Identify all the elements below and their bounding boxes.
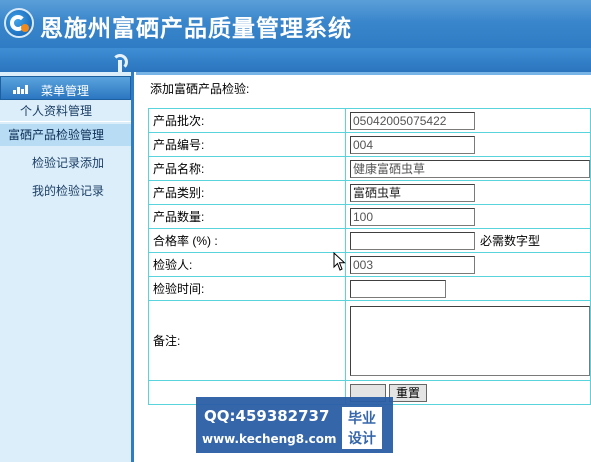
field-label: 产品批次: [148, 108, 346, 133]
form-row-inspection-time: 检验时间: [148, 276, 591, 301]
bar-chart-icon [13, 84, 29, 94]
app-header: 恩施州富硒产品质量管理系统 [0, 0, 591, 48]
product-id-input[interactable]: 004 [350, 135, 475, 154]
sidebar-item-add-record[interactable]: 检验记录添加 [0, 152, 131, 174]
field-label: 产品名称: [148, 156, 346, 181]
form-row-remark: 备注: [148, 300, 591, 381]
sidebar: 菜单管理 个人资料管理 富硒产品检验管理 检验记录添加 我的检验记录 [0, 72, 134, 462]
remark-textarea[interactable] [350, 305, 590, 376]
app-title: 恩施州富硒产品质量管理系统 [40, 15, 352, 42]
form-row-category: 产品类别: 富硒虫草 [148, 180, 591, 205]
form-row-batch: 产品批次: 05042005075422 [148, 108, 591, 133]
inspector-input[interactable]: 003 [350, 255, 475, 274]
form-row-inspector: 检验人: 003 [148, 252, 591, 277]
watermark-badge: 毕业 设计 [342, 407, 382, 449]
logo-icon [4, 8, 34, 38]
pass-rate-hint: 必需数字型 [480, 234, 541, 248]
quantity-input[interactable]: 100 [350, 207, 475, 226]
sidebar-item-my-records[interactable]: 我的检验记录 [0, 180, 131, 202]
inspection-form-table: 产品批次: 05042005075422 产品编号: 004 产品名称: 健康富… [148, 108, 591, 405]
field-label: 检验人: [148, 252, 346, 277]
field-label: 合格率 (%) : [148, 228, 346, 253]
form-row-pass-rate: 合格率 (%) : 必需数字型 [148, 228, 591, 253]
inspection-time-input[interactable] [350, 279, 446, 298]
sidebar-item-quality-inspection[interactable]: 富硒产品检验管理 [0, 124, 131, 146]
pass-rate-input[interactable] [350, 231, 475, 250]
watermark-badge-line1: 毕业 [348, 410, 376, 426]
pipe-decoration-icon [110, 52, 132, 72]
batch-input[interactable]: 05042005075422 [350, 111, 475, 130]
field-label: 产品数量: [148, 204, 346, 229]
form-row-product-name: 产品名称: 健康富硒虫草 [148, 156, 591, 181]
menu-header[interactable]: 菜单管理 [0, 76, 131, 100]
reset-button[interactable]: 重置 [389, 383, 428, 402]
field-label: 产品类别: [148, 180, 346, 205]
mouse-pointer-icon [333, 252, 346, 271]
watermark-banner: QQ:459382737 www.kecheng8.com 毕业 设计 [196, 397, 393, 453]
watermark-url: www.kecheng8.com [202, 432, 337, 446]
menu-header-label: 菜单管理 [41, 84, 90, 98]
category-input[interactable]: 富硒虫草 [350, 183, 475, 202]
sidebar-item-profile[interactable]: 个人资料管理 [0, 100, 131, 122]
form-row-quantity: 产品数量: 100 [148, 204, 591, 229]
header-subbar [0, 48, 591, 72]
content-top-strip [136, 72, 591, 75]
product-name-input[interactable]: 健康富硒虫草 [350, 159, 590, 178]
watermark-badge-line2: 设计 [348, 430, 376, 446]
form-row-product-id: 产品编号: 004 [148, 132, 591, 157]
field-label: 备注: [148, 300, 346, 381]
field-label: 检验时间: [148, 276, 346, 301]
field-label: 产品编号: [148, 132, 346, 157]
watermark-qq: QQ:459382737 [204, 407, 330, 425]
form-title: 添加富硒产品检验: [150, 82, 250, 96]
